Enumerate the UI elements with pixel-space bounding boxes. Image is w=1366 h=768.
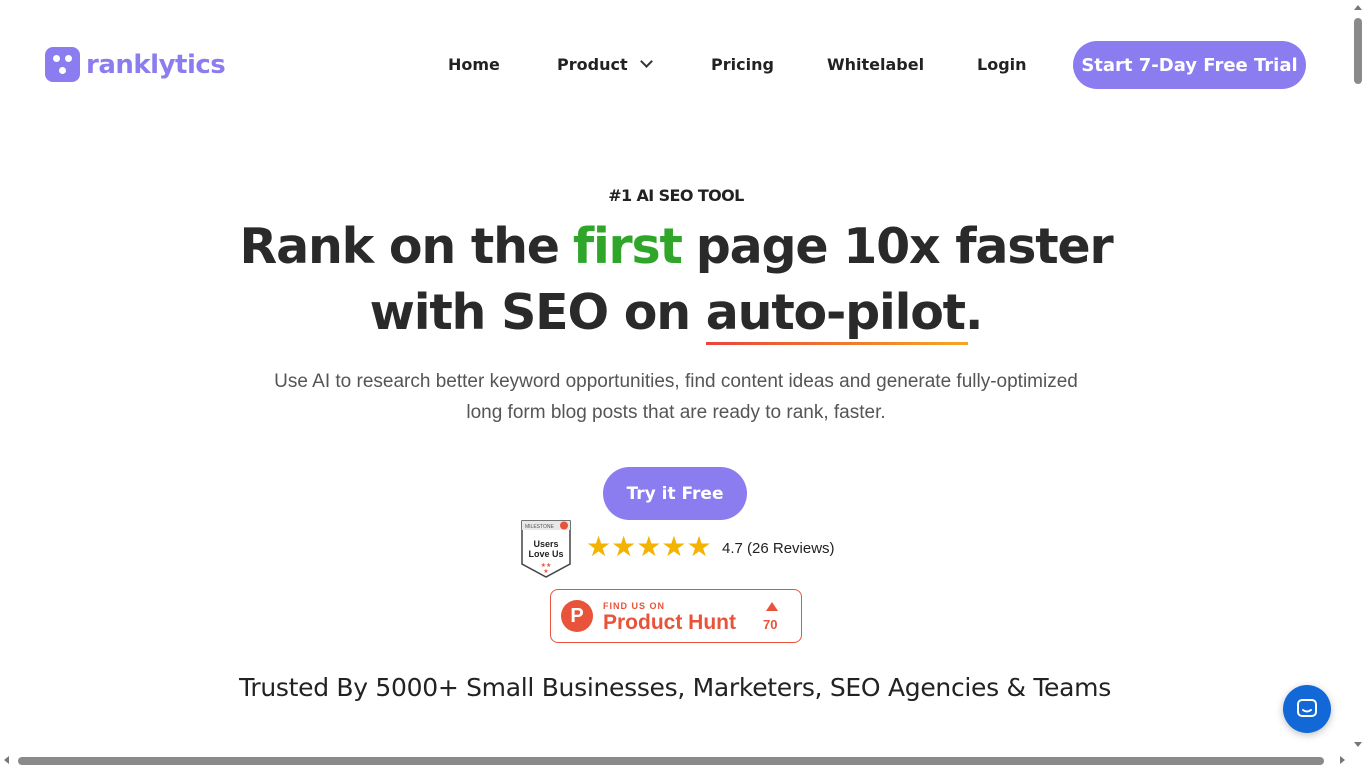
svg-text:Users: Users: [533, 539, 558, 549]
g2-users-love-us-badge: MILESTONE Users Love Us ★★ ★: [521, 520, 571, 578]
hero-title-pre: Rank on the: [239, 218, 560, 275]
horizontal-scroll-thumb[interactable]: [18, 757, 1324, 765]
hero-title-line1: Rank on the first page 10x faster: [0, 218, 1352, 275]
logo-text: ranklytics: [86, 49, 226, 80]
hero-title-post: page 10x faster: [695, 218, 1114, 275]
upvote-arrow-icon: [766, 602, 778, 611]
start-trial-button[interactable]: Start 7-Day Free Trial: [1073, 41, 1306, 89]
star-icon: ★: [611, 530, 637, 563]
nav-product[interactable]: Product: [557, 54, 653, 76]
nav-pricing[interactable]: Pricing: [711, 54, 774, 76]
badge-top-text: MILESTONE: [525, 524, 554, 530]
product-hunt-small-text: FIND US ON: [603, 601, 666, 611]
hero-title-line2: with SEO on auto-pilot.: [0, 284, 1352, 345]
vertical-scrollbar[interactable]: [1351, 0, 1366, 768]
svg-text:Love Us: Love Us: [528, 549, 563, 559]
logo[interactable]: ranklytics: [45, 47, 226, 82]
scroll-right-arrow-icon[interactable]: [1340, 756, 1345, 764]
hero-title-underlined: auto-pilot.: [705, 284, 984, 345]
try-free-button[interactable]: Try it Free: [603, 467, 747, 520]
star-icon: ★: [586, 530, 612, 563]
product-hunt-badge[interactable]: P FIND US ON Product Hunt 70: [550, 589, 802, 643]
star-icon: ★: [661, 530, 687, 563]
chat-bubble-icon: [1297, 699, 1317, 717]
hero-subtitle: Use AI to research better keyword opport…: [274, 371, 1078, 423]
nav-home[interactable]: Home: [448, 54, 500, 76]
hero-title2-pre: with SEO on: [369, 284, 691, 341]
scroll-up-arrow-icon[interactable]: [1354, 5, 1362, 10]
rating-stars: ★ ★ ★ ★ ★: [586, 532, 712, 562]
upvote-count: 70: [763, 617, 778, 632]
svg-text:★★: ★★: [541, 562, 552, 569]
hero-title-period: .: [964, 284, 984, 341]
star-icon: ★: [636, 530, 662, 563]
nav-whitelabel[interactable]: Whitelabel: [827, 54, 924, 76]
scroll-left-arrow-icon[interactable]: [4, 756, 9, 764]
logo-icon: [45, 47, 80, 82]
hero-title-highlight: first: [572, 218, 683, 275]
rating-text: 4.7 (26 Reviews): [722, 540, 835, 557]
svg-text:★: ★: [543, 568, 548, 575]
scroll-down-arrow-icon[interactable]: [1354, 742, 1362, 747]
chevron-down-icon: [639, 55, 653, 68]
hero-title-underlined-text: auto-pilot: [705, 284, 966, 341]
hero-eyebrow: #1 AI SEO TOOL: [608, 186, 744, 205]
product-hunt-icon: P: [561, 600, 593, 632]
star-icon: ★: [686, 530, 712, 563]
nav-login[interactable]: Login: [977, 54, 1027, 76]
nav-product-label: Product: [557, 55, 628, 74]
chat-launcher[interactable]: [1283, 685, 1331, 733]
product-hunt-title: Product Hunt: [603, 611, 736, 634]
vertical-scroll-thumb[interactable]: [1354, 18, 1362, 84]
trusted-by-heading: Trusted By 5000+ Small Businesses, Marke…: [239, 673, 1111, 702]
horizontal-scrollbar[interactable]: [0, 753, 1351, 768]
